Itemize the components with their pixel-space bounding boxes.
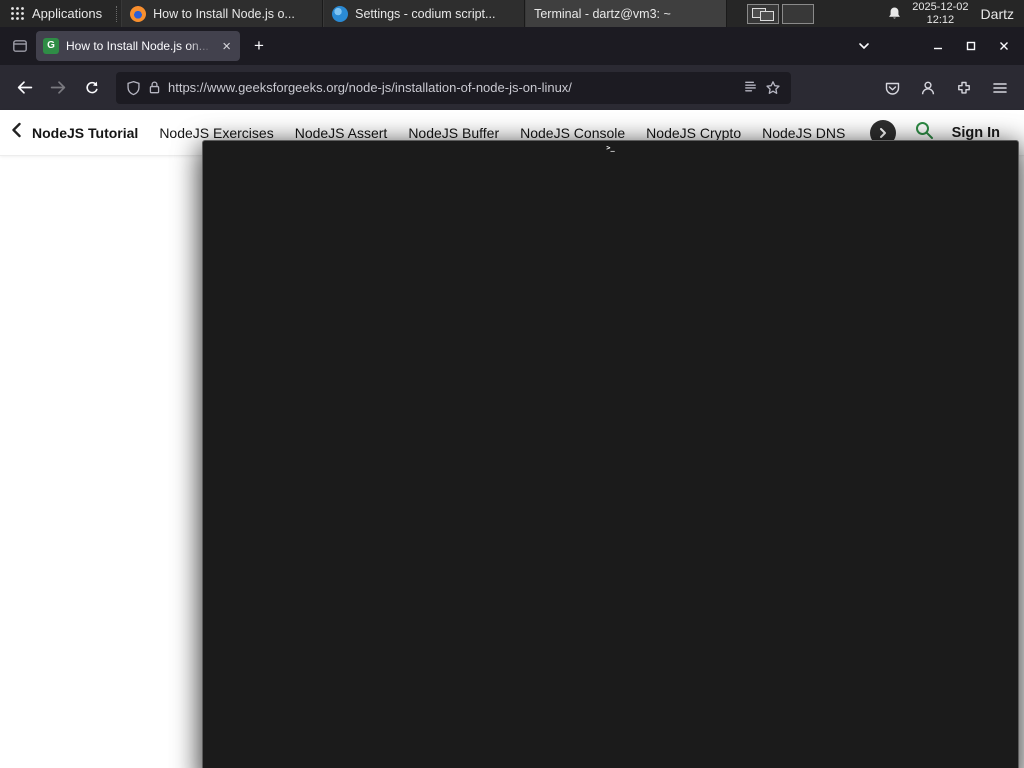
url-bar[interactable]: https://www.geeksforgeeks.org/node-js/in… xyxy=(116,71,791,104)
browser-maximize-button[interactable] xyxy=(954,32,987,60)
clock-date: 2025-12-02 xyxy=(912,1,969,13)
browser-toolbar: https://www.geeksforgeeks.org/node-js/in… xyxy=(0,65,1024,110)
bookmark-star-icon[interactable] xyxy=(765,80,781,96)
tracking-shield-icon[interactable] xyxy=(126,80,141,96)
applications-label: Applications xyxy=(32,6,103,21)
taskbar-window-title: How to Install Node.js o... xyxy=(153,6,295,21)
clock-time: 12:12 xyxy=(926,13,955,26)
page-nav-link[interactable]: NodeJS Console xyxy=(520,125,625,141)
taskbar-separator xyxy=(116,5,118,22)
reload-button[interactable] xyxy=(76,72,108,104)
taskbar-window-button[interactable]: Settings - codium script... xyxy=(323,0,526,27)
extensions-icon[interactable] xyxy=(948,72,980,104)
page-nav-link[interactable]: NodeJS Assert xyxy=(295,125,388,141)
browser-tab[interactable]: G How to Install Node.js on... × xyxy=(36,31,240,61)
tab-bar: G How to Install Node.js on... × + xyxy=(0,27,1024,65)
page-nav-link[interactable]: NodeJS Crypto xyxy=(646,125,741,141)
workspace-pager[interactable] xyxy=(747,3,815,24)
tab-list-chevron-icon[interactable] xyxy=(849,32,879,60)
page-nav-link[interactable]: NodeJS Exercises xyxy=(159,125,273,141)
page-nav-link[interactable]: NodeJS Tutorial xyxy=(32,125,138,141)
user-menu[interactable]: Dartz xyxy=(981,6,1014,22)
account-icon[interactable] xyxy=(912,72,944,104)
firefox-icon xyxy=(130,5,147,22)
browser-minimize-button[interactable] xyxy=(921,32,954,60)
workspace-1[interactable] xyxy=(747,3,780,24)
browser-close-button[interactable] xyxy=(987,32,1020,60)
applications-grid-icon xyxy=(11,7,24,20)
site-favicon: G xyxy=(43,38,59,54)
workspace-2[interactable] xyxy=(782,3,815,24)
firefox-view-icon[interactable] xyxy=(12,38,28,54)
applications-menu-button[interactable]: Applications xyxy=(0,0,112,27)
lock-icon[interactable] xyxy=(148,80,161,95)
tab-close-icon[interactable]: × xyxy=(220,38,233,55)
taskbar-window-button[interactable]: How to Install Node.js o... xyxy=(121,0,324,27)
codium-icon xyxy=(332,5,349,22)
reader-view-icon[interactable] xyxy=(743,80,758,95)
clock[interactable]: 2025-12-02 12:12 xyxy=(912,1,968,26)
url-text[interactable]: https://www.geeksforgeeks.org/node-js/in… xyxy=(168,80,736,95)
back-button[interactable] xyxy=(8,72,40,104)
tab-title: How to Install Node.js on... xyxy=(66,39,209,53)
new-tab-button[interactable]: + xyxy=(246,33,272,59)
taskbar: Applications How to Install Node.js o...… xyxy=(0,0,1024,768)
page-nav-links: NodeJS Tutorial NodeJS Exercises NodeJS As… xyxy=(32,125,860,141)
taskbar-window-title: Terminal - dartz@vm3: ~ xyxy=(534,6,671,21)
taskbar-window-title: Settings - codium script... xyxy=(355,6,496,21)
taskbar-windows: How to Install Node.js o... Settings - co… xyxy=(121,0,1019,768)
desktop: Applications How to Install Node.js o...… xyxy=(0,0,1024,768)
browser-window-controls xyxy=(921,32,1020,60)
forward-button[interactable] xyxy=(42,72,74,104)
notification-bell-icon[interactable] xyxy=(887,6,902,21)
taskbar-window-button[interactable]: >_ Terminal - dartz@vm3: ~ xyxy=(202,0,1019,768)
page-nav-link[interactable]: NodeJS DNS xyxy=(762,125,845,141)
sign-in-button[interactable]: Sign In xyxy=(952,125,1014,141)
page-nav-link[interactable]: NodeJS Buffer xyxy=(408,125,499,141)
toolbar-right-icons xyxy=(876,72,1016,104)
menu-hamburger-icon[interactable] xyxy=(984,72,1016,104)
chevron-left-icon[interactable] xyxy=(10,122,24,143)
pocket-icon[interactable] xyxy=(876,72,908,104)
